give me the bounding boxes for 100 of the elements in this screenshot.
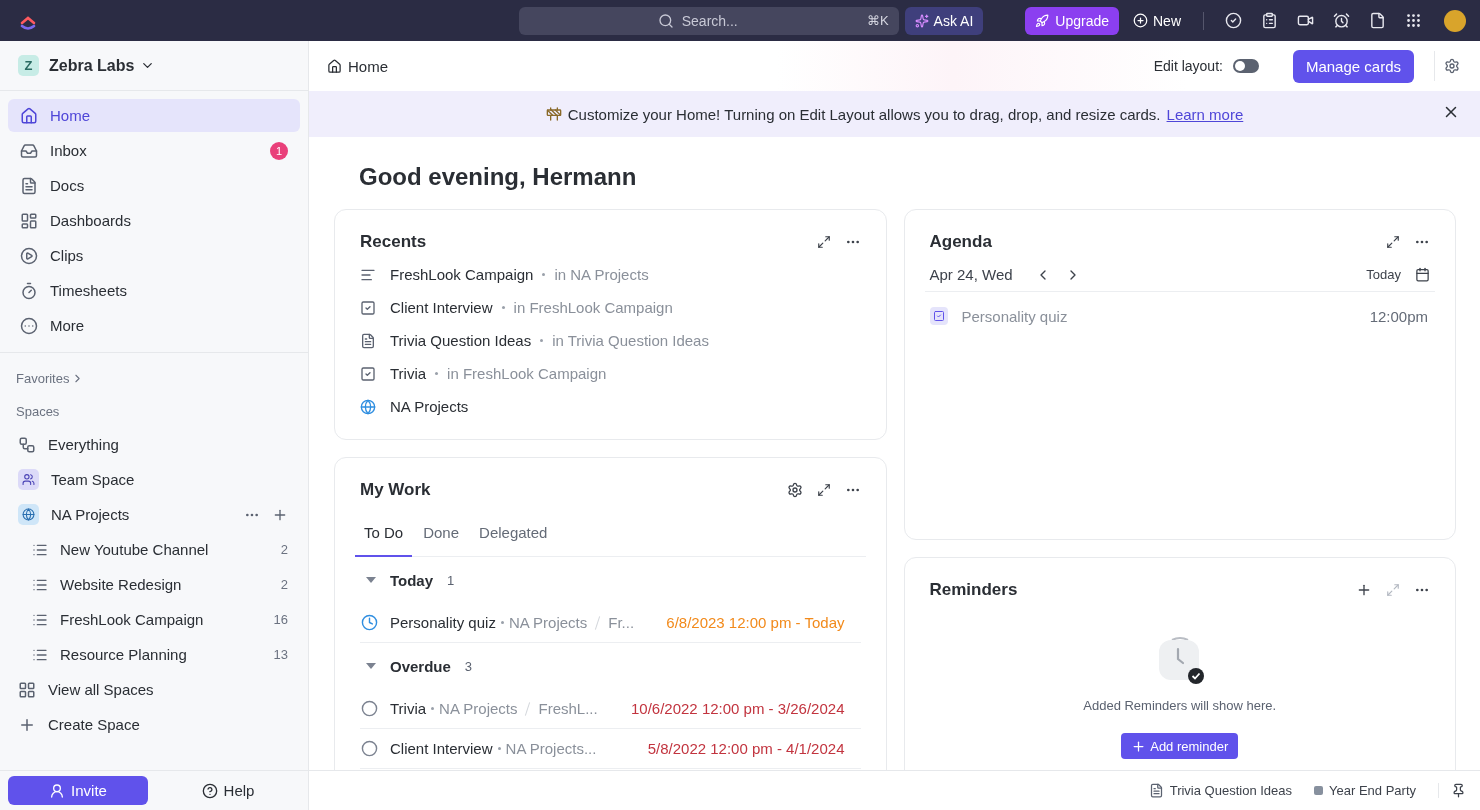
space-item[interactable]: Everything [8, 427, 300, 462]
task-location: NA Projects... [505, 740, 597, 757]
unread-badge: 1 [270, 141, 288, 160]
separator-dot [435, 372, 439, 375]
calendar-icon[interactable] [1415, 267, 1430, 282]
list-label: FreshLook Campaign [60, 611, 205, 628]
separator-dot [500, 621, 504, 624]
favorites-heading[interactable]: Favorites [16, 371, 85, 386]
user-icon [49, 782, 66, 799]
tray-item[interactable]: Year End Party [1314, 783, 1416, 798]
workspace-switcher[interactable]: Zebra Labs [49, 56, 156, 75]
space-item[interactable]: NA Projects [8, 497, 300, 532]
globe-icon [18, 504, 39, 525]
expand-icon[interactable] [1386, 235, 1400, 249]
shortcut-hint: ⌘K [866, 13, 889, 28]
item-name: NA Projects [390, 398, 469, 415]
item-name: Trivia [390, 365, 427, 382]
space-item[interactable]: View all Spaces [8, 672, 300, 707]
expand-icon[interactable] [816, 483, 831, 497]
add-reminder-button[interactable]: Add reminder [1121, 733, 1239, 759]
nav-item[interactable]: Timesheets [8, 274, 300, 307]
task-name[interactable]: Client Interview [390, 740, 493, 757]
new-button[interactable]: New [1125, 6, 1189, 35]
task-name[interactable]: Personality quiz [390, 614, 496, 631]
help-button[interactable]: Help [156, 776, 300, 805]
nav-item[interactable]: Home [8, 99, 300, 132]
spaces-heading: Spaces [16, 404, 60, 419]
learn-more-link[interactable]: Learn more [1166, 105, 1244, 123]
list-item[interactable]: New Youtube Channel 2 [8, 532, 300, 567]
nav-item[interactable]: Docs [8, 169, 300, 202]
nav-icon [20, 281, 38, 300]
invite-button[interactable]: Invite [8, 776, 148, 805]
task-icon [929, 307, 948, 325]
nav-icon [20, 106, 38, 125]
space-label: Team Space [51, 471, 136, 488]
nav-label: Timesheets [50, 282, 128, 299]
task-count: 13 [273, 647, 288, 662]
item-location: in Trivia Question Ideas [552, 332, 709, 349]
list-item[interactable]: FreshLook Campaign 16 [8, 602, 300, 637]
help-icon [201, 782, 218, 799]
agenda-item[interactable]: Personality quiz 12:00pm [929, 292, 1430, 340]
task-count: 16 [273, 612, 288, 627]
pin-icon[interactable] [1438, 783, 1466, 798]
grid-icon [18, 680, 36, 699]
space-label: Everything [48, 436, 120, 453]
tab[interactable]: Delegated [470, 516, 557, 557]
card-title: My Work [360, 480, 432, 500]
space-item[interactable]: Create Space [8, 707, 300, 742]
breadcrumb[interactable]: Home [327, 57, 388, 75]
nav-label: Home [50, 107, 91, 124]
user-avatar[interactable] [1444, 9, 1466, 32]
nav-item[interactable]: More [8, 309, 300, 342]
list-item[interactable]: Website Redesign 2 [8, 567, 300, 602]
separator-dot [497, 747, 501, 750]
ask-ai-button[interactable]: Ask AI [904, 6, 984, 35]
nav-item[interactable]: Dashboards [8, 204, 300, 237]
item-name: Trivia Question Ideas [390, 332, 532, 349]
tab[interactable]: Done [414, 516, 469, 557]
workspace-icon: Z [18, 55, 39, 76]
recent-item[interactable]: FreshLook Campaign in NA Projects [360, 258, 861, 291]
space-item[interactable]: Team Space [8, 462, 300, 497]
search-field[interactable]: Search... ⌘K [518, 6, 899, 35]
checkbox-icon [360, 365, 376, 382]
status-icon[interactable] [361, 700, 378, 717]
plus-circle-icon [1133, 13, 1148, 28]
status-icon[interactable] [361, 614, 378, 631]
plus-icon[interactable] [1356, 582, 1372, 598]
tab[interactable]: To Do [355, 516, 413, 557]
manage-cards-button[interactable]: Manage cards [1292, 49, 1414, 83]
list-item[interactable]: Resource Planning 13 [8, 637, 300, 672]
today-button[interactable]: Today [1366, 267, 1401, 282]
edit-layout-toggle[interactable] [1232, 59, 1259, 73]
task-name[interactable]: Trivia [390, 700, 427, 717]
nav-icon [20, 211, 38, 230]
due-date: 6/8/2023 12:00 pm - Today [666, 614, 846, 631]
tray-item[interactable]: Trivia Question Ideas [1148, 783, 1293, 798]
status-icon[interactable] [361, 740, 378, 757]
separator-dot [501, 306, 505, 309]
space-label: View all Spaces [48, 681, 155, 698]
recent-item[interactable]: Client Interview in FreshLook Campaign [360, 291, 861, 324]
recent-item[interactable]: Trivia in FreshLook Campaign [360, 357, 861, 390]
nav-label: Clips [50, 247, 85, 264]
upgrade-button[interactable]: Upgrade [1025, 6, 1119, 35]
document-icon [1148, 783, 1164, 798]
group-count: 1 [447, 572, 455, 588]
expand-icon[interactable] [816, 235, 831, 249]
settings-icon[interactable] [786, 482, 803, 498]
task-location: NA Projects [439, 700, 518, 717]
nav-label: Docs [50, 177, 86, 194]
search-placeholder: Search... [681, 12, 738, 29]
space-label: NA Projects [51, 506, 131, 523]
nav-item[interactable]: Clips [8, 239, 300, 272]
nav-item[interactable]: Inbox 1 [8, 134, 300, 167]
task-location: Fr... [608, 614, 635, 631]
nav-icon [20, 316, 38, 335]
recent-item[interactable]: NA Projects [360, 390, 861, 423]
agenda-date: Apr 24, Wed [929, 266, 1013, 283]
caret-icon[interactable] [366, 577, 376, 583]
recent-item[interactable]: Trivia Question Ideas in Trivia Question Ideas [360, 324, 861, 357]
caret-icon[interactable] [366, 663, 376, 669]
